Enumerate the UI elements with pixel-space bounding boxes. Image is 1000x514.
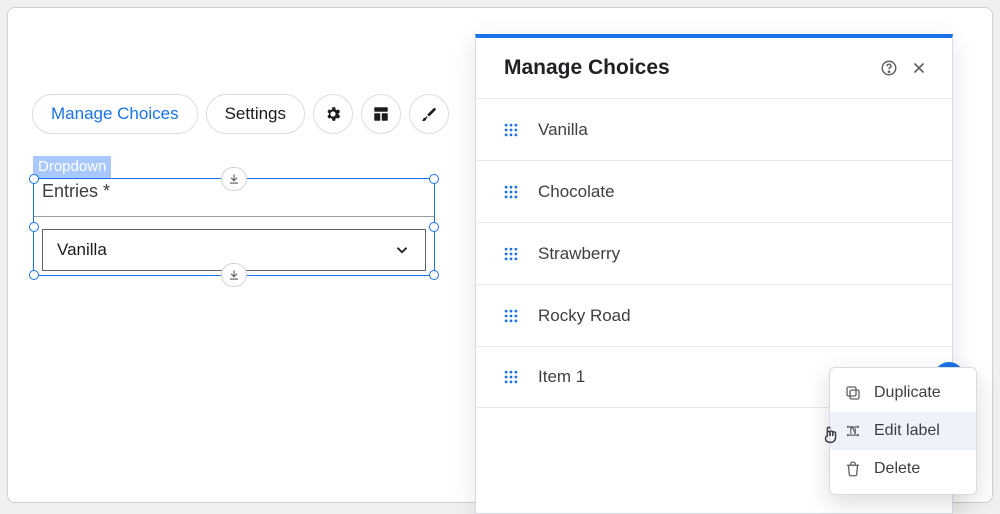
resize-handle[interactable]	[29, 222, 39, 232]
resize-handle[interactable]	[429, 174, 439, 184]
selected-component[interactable]: Dropdown Entries * Vanilla	[33, 156, 435, 276]
context-duplicate[interactable]: Duplicate	[830, 374, 976, 412]
gear-button[interactable]	[313, 94, 353, 134]
choice-label: Chocolate	[538, 182, 615, 202]
gear-icon	[324, 105, 342, 123]
choice-label: Vanilla	[538, 120, 588, 140]
editor-stage: Manage Choices Settings Dropdown Entries…	[7, 7, 993, 503]
trash-icon	[844, 460, 862, 478]
choice-row[interactable]: Strawberry	[476, 222, 952, 284]
context-edit-label[interactable]: Edit label	[830, 412, 976, 450]
insert-above-button[interactable]	[221, 167, 247, 191]
download-icon	[227, 268, 241, 282]
field-label: Entries *	[42, 181, 110, 201]
selection-outline: Entries * Vanilla	[33, 178, 435, 276]
insert-below-button[interactable]	[221, 263, 247, 287]
choice-row[interactable]: Chocolate	[476, 160, 952, 222]
drag-grip-icon[interactable]	[504, 123, 518, 137]
component-type-tag: Dropdown	[33, 156, 111, 178]
formatting-toolbar: Manage Choices Settings	[32, 94, 449, 134]
layout-icon	[372, 105, 390, 123]
context-item-label: Delete	[874, 460, 920, 478]
resize-handle[interactable]	[29, 174, 39, 184]
duplicate-icon	[844, 384, 862, 402]
context-menu: Duplicate Edit label Delete	[829, 367, 977, 495]
settings-button[interactable]: Settings	[206, 94, 305, 134]
choice-row[interactable]: Rocky Road	[476, 284, 952, 346]
chevron-down-icon	[393, 241, 411, 259]
resize-handle[interactable]	[429, 270, 439, 280]
drag-grip-icon[interactable]	[504, 185, 518, 199]
manage-choices-button[interactable]: Manage Choices	[32, 94, 198, 134]
drag-grip-icon[interactable]	[504, 247, 518, 261]
dropdown-selected-value: Vanilla	[57, 240, 107, 260]
download-icon	[227, 172, 241, 186]
context-delete[interactable]: Delete	[830, 450, 976, 488]
panel-title: Manage Choices	[504, 56, 868, 80]
choice-label: Rocky Road	[538, 306, 631, 326]
resize-handle[interactable]	[429, 222, 439, 232]
layout-button[interactable]	[361, 94, 401, 134]
choice-row[interactable]: Vanilla	[476, 98, 952, 160]
brush-button[interactable]	[409, 94, 449, 134]
help-icon[interactable]	[880, 59, 898, 77]
edit-label-icon	[844, 422, 862, 440]
choice-label: Item 1	[538, 367, 585, 387]
close-icon[interactable]	[910, 59, 928, 77]
panel-header: Manage Choices	[476, 38, 952, 98]
drag-grip-icon[interactable]	[504, 370, 518, 384]
drag-grip-icon[interactable]	[504, 309, 518, 323]
resize-handle[interactable]	[29, 270, 39, 280]
context-item-label: Edit label	[874, 422, 940, 440]
brush-icon	[420, 105, 438, 123]
context-item-label: Duplicate	[874, 384, 941, 402]
choice-label: Strawberry	[538, 244, 620, 264]
